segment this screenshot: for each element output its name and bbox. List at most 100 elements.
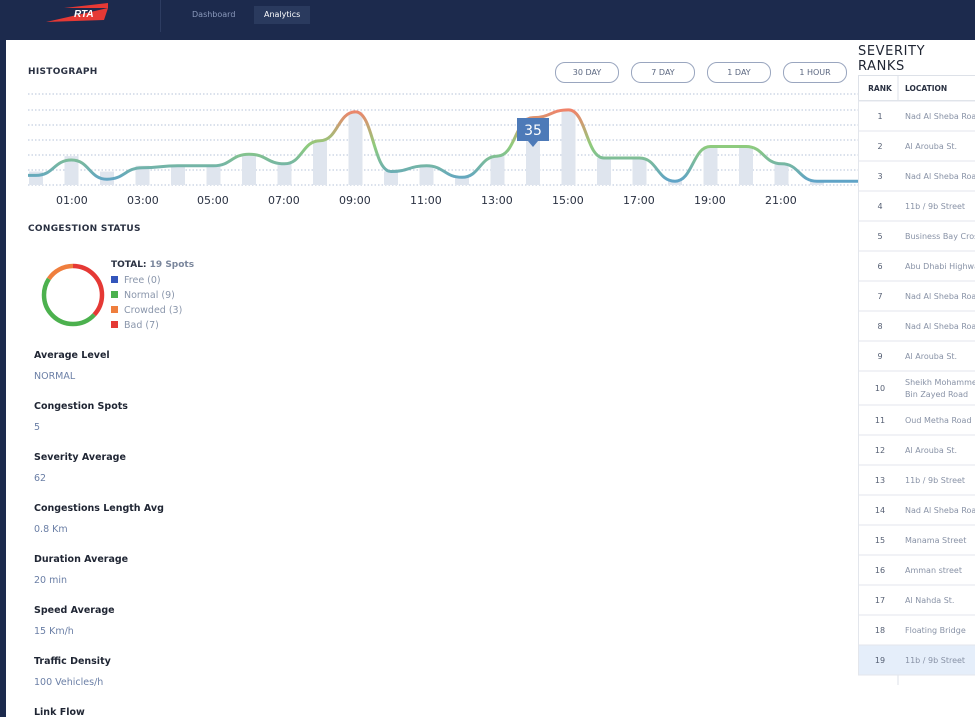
- tooltip-value: 35: [524, 123, 542, 139]
- metric-label-traffic-density: Traffic Density: [34, 656, 111, 667]
- metric-value-congestions-length-avg: 0.8 Km: [34, 524, 68, 535]
- legend-item-normal[interactable]: Normal (9): [111, 290, 175, 301]
- rank-cell: 6: [877, 262, 882, 271]
- legend-swatch-normal: [111, 291, 118, 298]
- x-tick-label: 05:00: [197, 194, 229, 207]
- tab-analytics[interactable]: Analytics: [254, 6, 310, 24]
- tab-dashboard[interactable]: Dashboard: [182, 6, 245, 24]
- metric-label-average-level: Average Level: [34, 350, 110, 361]
- histogram-bar[interactable]: [633, 158, 647, 185]
- range-1-hour-button[interactable]: 1 HOUR: [783, 62, 847, 83]
- rank-cell: 7: [877, 292, 882, 301]
- metric-value-average-level: NORMAL: [34, 371, 75, 382]
- legend-label: Crowded (3): [124, 305, 182, 316]
- location-cell: Nad Al Sheba Road: [905, 112, 975, 121]
- rank-cell: 18: [875, 626, 885, 635]
- histogram-bar[interactable]: [384, 172, 398, 185]
- metric-value-duration-average: 20 min: [34, 575, 67, 586]
- column-header-location[interactable]: LOCATION: [905, 84, 947, 93]
- range-7-day-button[interactable]: 7 DAY: [631, 62, 695, 83]
- location-cell: Floating Bridge: [905, 626, 966, 635]
- rta-logo[interactable]: RTA: [46, 2, 110, 24]
- x-tick-label: 09:00: [339, 194, 371, 207]
- range-1-day-button[interactable]: 1 DAY: [707, 62, 771, 83]
- histograph-chart[interactable]: 35: [28, 88, 858, 192]
- histogram-bar[interactable]: [242, 154, 256, 185]
- location-cell: 11b / 9b Street: [905, 476, 965, 485]
- location-cell: 11b / 9b Street: [905, 202, 965, 211]
- congestion-donut-chart[interactable]: [40, 262, 106, 328]
- histogram-bar[interactable]: [207, 166, 221, 185]
- range-30-day-button[interactable]: 30 DAY: [555, 62, 619, 83]
- location-cell: Al Arouba St.: [905, 352, 957, 361]
- histogram-bar[interactable]: [420, 166, 434, 185]
- rank-cell: 19: [875, 656, 885, 665]
- total-label: TOTAL:: [111, 260, 147, 270]
- location-cell: Nad Al Sheba Road: [905, 172, 975, 181]
- column-header-rank[interactable]: RANK: [868, 84, 893, 93]
- location-cell: Al Arouba St.: [905, 446, 957, 455]
- legend-label: Bad (7): [124, 320, 159, 331]
- metric-value-traffic-density: 100 Vehicles/h: [34, 677, 103, 688]
- location-cell: Manama Street: [905, 536, 966, 545]
- location-cell: Al Nahda St.: [905, 596, 954, 605]
- metric-label-severity-average: Severity Average: [34, 452, 126, 463]
- rank-cell: 5: [877, 232, 882, 241]
- legend-swatch-free: [111, 276, 118, 283]
- metric-label-congestion-spots: Congestion Spots: [34, 401, 128, 412]
- rank-cell: 15: [875, 536, 885, 545]
- histogram-bar[interactable]: [562, 110, 576, 185]
- histogram-bar[interactable]: [597, 158, 611, 185]
- total-value: 19 Spots: [150, 260, 194, 270]
- legend-item-crowded[interactable]: Crowded (3): [111, 305, 182, 316]
- congestion-total: TOTAL: 19 Spots: [111, 260, 194, 270]
- x-tick-label: 01:00: [56, 194, 88, 207]
- x-tick-label: 15:00: [552, 194, 584, 207]
- x-tick-label: 19:00: [694, 194, 726, 207]
- metric-value-congestion-spots: 5: [34, 422, 40, 433]
- rank-cell: 1: [877, 112, 882, 121]
- nav-divider: [160, 0, 161, 32]
- metric-value-speed-average: 15 Km/h: [34, 626, 74, 637]
- frame-top: [0, 32, 975, 40]
- histogram-bar[interactable]: [775, 164, 789, 185]
- rank-cell: 2: [877, 142, 882, 151]
- histogram-bar[interactable]: [278, 164, 292, 185]
- x-tick-label: 03:00: [127, 194, 159, 207]
- metric-label-duration-average: Duration Average: [34, 554, 128, 565]
- rank-cell: 12: [875, 446, 885, 455]
- location-cell: Abu Dhabi Highway: [905, 262, 975, 271]
- metric-value-severity-average: 62: [34, 473, 46, 484]
- location-cell: Business Bay Crossing: [905, 232, 975, 241]
- legend-swatch-bad: [111, 321, 118, 328]
- histogram-bar[interactable]: [704, 147, 718, 186]
- rank-cell: 3: [877, 172, 882, 181]
- histograph-line: [28, 110, 858, 181]
- metric-label-speed-average: Speed Average: [34, 605, 115, 616]
- x-tick-label: 13:00: [481, 194, 513, 207]
- legend-item-free[interactable]: Free (0): [111, 275, 161, 286]
- histogram-bar[interactable]: [349, 112, 363, 185]
- histogram-bar[interactable]: [739, 147, 753, 186]
- location-cell: Sheikh Mohammed: [905, 378, 975, 387]
- location-cell: Nad Al Sheba Road: [905, 322, 975, 331]
- rank-cell: 13: [875, 476, 885, 485]
- x-tick-label: 07:00: [268, 194, 300, 207]
- rank-cell: 14: [875, 506, 885, 515]
- svg-text:RTA: RTA: [74, 9, 94, 20]
- location-cell: Amman street: [905, 566, 962, 575]
- top-nav-bar: RTA Dashboard Analytics: [0, 0, 975, 32]
- location-cell: 11b / 9b Street: [905, 656, 965, 665]
- congestion-status-title: CONGESTION STATUS: [28, 224, 141, 234]
- histogram-bar[interactable]: [313, 141, 327, 185]
- severity-ranks-table[interactable]: RANK LOCATION 1 Nad Al Sheba Road 2 Al Arouba…: [858, 75, 975, 685]
- metric-label-link-flow: Link Flow: [34, 707, 85, 718]
- legend-item-bad[interactable]: Bad (7): [111, 320, 159, 331]
- histograph-title: HISTOGRAPH: [28, 67, 98, 77]
- x-tick-label: 21:00: [765, 194, 797, 207]
- rank-cell: 10: [875, 384, 885, 393]
- histogram-bar[interactable]: [491, 156, 505, 185]
- location-cell: Al Arouba St.: [905, 142, 957, 151]
- severity-ranks-title: SEVERITY RANKS: [858, 44, 975, 74]
- histogram-bar[interactable]: [171, 166, 185, 185]
